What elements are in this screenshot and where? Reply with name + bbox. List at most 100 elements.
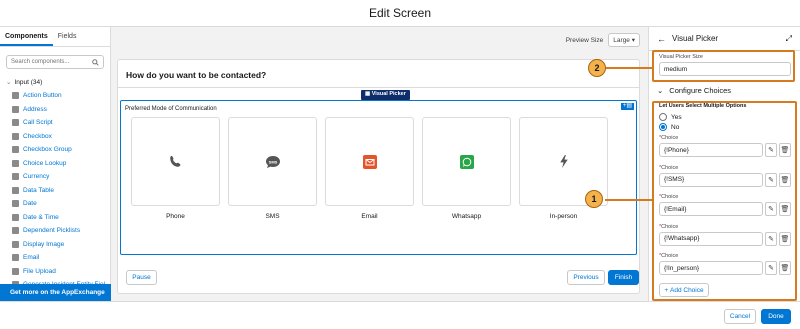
card-label: Email (361, 213, 378, 220)
question-text: How do you want to be contacted? (118, 60, 639, 88)
modal-footer: Cancel Done (0, 301, 800, 329)
component-tag[interactable]: ▦ Visual Picker (361, 90, 410, 100)
component-item[interactable]: Choice Lookup (0, 157, 110, 171)
cancel-button[interactable]: Cancel (724, 309, 756, 324)
component-icon (12, 105, 19, 113)
expand-icon[interactable]: ⤢ (786, 34, 792, 44)
card-email[interactable] (325, 117, 414, 206)
component-icon (12, 227, 19, 235)
callout-line (605, 199, 653, 201)
component-item[interactable]: Call Script (0, 116, 110, 130)
previous-button[interactable]: Previous (567, 270, 605, 285)
finish-button[interactable]: Finish (608, 270, 639, 285)
component-label: Checkbox Group (23, 146, 72, 154)
chevron-down-icon: ⌄ (657, 86, 664, 95)
visual-picker-component[interactable]: Preferred Mode of Communication +▤ Phone… (120, 100, 637, 255)
component-item[interactable]: Data Table (0, 184, 110, 198)
svg-text:SMS: SMS (268, 159, 277, 164)
done-button[interactable]: Done (761, 309, 791, 324)
card-label: Whatsapp (451, 213, 482, 220)
components-tabs: Components Fields (0, 27, 110, 47)
search-components-input[interactable]: Search components... (6, 55, 104, 69)
component-item[interactable]: Date (0, 197, 110, 211)
component-item[interactable]: Dependent Picklists (0, 224, 110, 238)
component-label: Display Image (23, 240, 65, 248)
component-label: Date & Time (23, 213, 59, 221)
component-icon (12, 146, 19, 154)
picker-label: Preferred Mode of Communication (125, 106, 217, 112)
phone-icon (170, 155, 181, 167)
card-label: SMS (265, 213, 280, 220)
component-icon (12, 240, 19, 248)
component-tag-label: Visual Picker (371, 91, 406, 97)
whatsapp-icon (459, 154, 474, 169)
visual-picker-icon: ▦ (365, 91, 372, 97)
card-label: Phone (166, 213, 185, 220)
callout-box-choices (652, 101, 797, 301)
component-item[interactable]: Action Button (0, 89, 110, 103)
screen-preview: How do you want to be contacted? ▦ Visua… (117, 59, 640, 294)
card-sms[interactable]: SMS (228, 117, 317, 206)
sms-icon: SMS (265, 155, 280, 168)
tab-fields[interactable]: Fields (53, 27, 82, 46)
preview-size-value: Large (613, 37, 630, 44)
component-icon (12, 254, 19, 262)
component-label: Dependent Picklists (23, 227, 81, 235)
component-label: Choice Lookup (23, 159, 67, 167)
callout-badge-1: 1 (585, 190, 603, 208)
component-label: Email (23, 254, 40, 262)
add-component-icon[interactable]: +▤ (621, 103, 634, 110)
component-item[interactable]: Address (0, 103, 110, 117)
component-label: Data Table (23, 186, 54, 194)
modal-title: Edit Screen (368, 6, 432, 20)
component-label: Checkbox (23, 132, 52, 140)
configure-choices-header[interactable]: ⌄ Configure Choices (657, 86, 731, 95)
component-item[interactable]: Checkbox (0, 130, 110, 144)
component-label: Call Script (23, 119, 53, 127)
card-whatsapp[interactable] (422, 117, 511, 206)
component-icon (12, 132, 19, 140)
canvas-area: Preview Size Large ▾ How do you want to … (111, 27, 648, 301)
configure-choices-label: Configure Choices (669, 86, 731, 95)
component-label: Currency (23, 173, 50, 181)
input-section-header[interactable]: ⌄ Input (34) (0, 75, 110, 89)
callout-line (605, 67, 653, 69)
component-item[interactable]: Checkbox Group (0, 143, 110, 157)
search-placeholder: Search components... (11, 59, 70, 65)
section-label: Input (34) (14, 78, 43, 86)
preview-size-control: Preview Size Large ▾ (566, 33, 640, 47)
component-icon (12, 213, 19, 221)
component-icon (12, 186, 19, 194)
component-item[interactable]: Currency (0, 170, 110, 184)
modal-header: Edit Screen (0, 0, 800, 27)
callout-box-size (652, 50, 795, 82)
appexchange-link[interactable]: Get more on the AppExchange (0, 284, 111, 301)
preview-size-select[interactable]: Large ▾ (608, 33, 640, 47)
properties-header: ← Visual Picker ⤢ (649, 27, 800, 51)
component-item[interactable]: Display Image (0, 238, 110, 252)
component-label: Address (23, 105, 47, 113)
pause-button[interactable]: Pause (126, 270, 157, 285)
email-icon (362, 154, 377, 169)
component-label: File Upload (23, 267, 56, 275)
callout-badge-2: 2 (588, 59, 606, 77)
component-icon (12, 267, 19, 275)
component-list: Action Button Address Call Script Checkbox C… (0, 89, 110, 292)
component-icon (12, 119, 19, 127)
component-item[interactable]: Email (0, 251, 110, 265)
component-label: Action Button (23, 92, 62, 100)
search-icon (92, 58, 99, 66)
component-icon (12, 200, 19, 208)
component-icon (12, 92, 19, 100)
bolt-icon (559, 155, 568, 168)
component-item[interactable]: File Upload (0, 265, 110, 279)
component-item[interactable]: Date & Time (0, 211, 110, 225)
back-arrow-icon[interactable]: ← (657, 34, 666, 44)
preview-size-label: Preview Size (565, 36, 604, 44)
component-icon (12, 173, 19, 181)
chevron-down-icon: ⌄ (6, 79, 12, 86)
component-label: Date (23, 200, 37, 208)
components-panel: Components Fields Search components... ⌄… (0, 27, 111, 301)
tab-components[interactable]: Components (0, 27, 53, 46)
card-phone[interactable] (131, 117, 220, 206)
